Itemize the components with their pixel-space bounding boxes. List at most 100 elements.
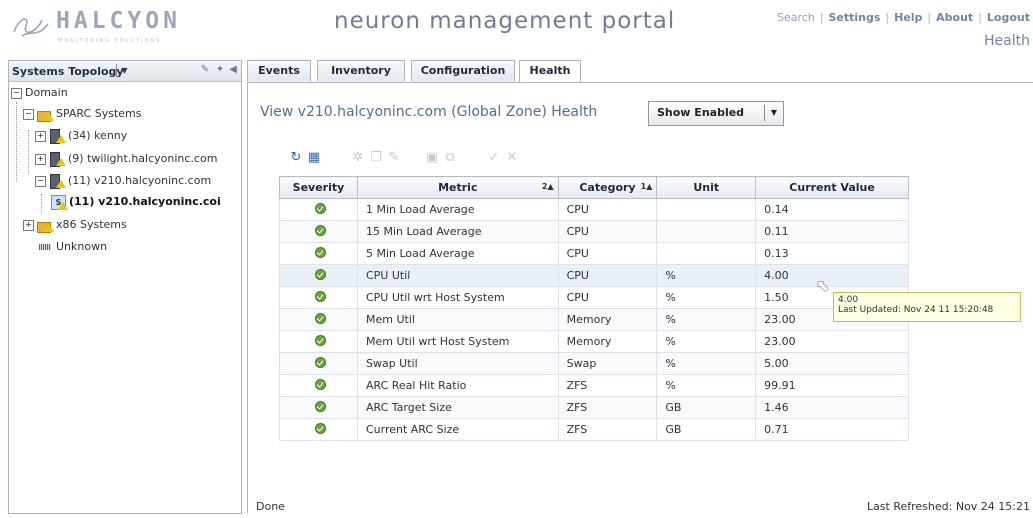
pin-icon[interactable]: ✦: [214, 64, 226, 76]
table-row[interactable]: Current ARC Size ZFS GB 0.71: [279, 418, 909, 441]
category-cell: ZFS: [557, 374, 658, 397]
add-icon[interactable]: ⧉: [441, 149, 459, 167]
unit-cell: %: [656, 308, 757, 331]
tree-node-unknown[interactable]: Unknown: [39, 239, 107, 255]
severity-cell: [279, 330, 358, 353]
table-row[interactable]: Mem Util Memory% 23.00: [279, 308, 909, 331]
metric-cell: CPU Util: [356, 264, 559, 287]
value-cell: 0.14: [755, 198, 909, 221]
value-cell: 99.91: [755, 374, 909, 397]
logo-swirl-icon: [13, 18, 49, 37]
tree-node-v210[interactable]: − (11) v210.halcyoninc.com: [35, 173, 211, 189]
collapse-icon[interactable]: −: [11, 87, 22, 99]
metric-cell: 15 Min Load Average: [356, 220, 559, 243]
value-cell: 0.13: [755, 242, 909, 265]
brand-name: HALCYON: [56, 8, 181, 34]
unit-cell: [656, 242, 757, 265]
export-icon[interactable]: ▦: [305, 149, 323, 167]
value-cell: 5.00: [755, 352, 909, 375]
tree-node-domain[interactable]: − Domain: [11, 85, 68, 101]
tree-node-kenny[interactable]: + (34) kenny: [35, 128, 127, 144]
tooltip-updated: Last Updated: Nov 24 11 15:20:48: [838, 305, 994, 315]
severity-cell: [279, 220, 358, 243]
status-ok-icon: [314, 312, 326, 324]
metric-cell: ARC Real Hit Ratio: [356, 374, 559, 397]
unit-cell: [656, 220, 757, 243]
copy-icon[interactable]: ❐: [367, 149, 385, 167]
category-cell: CPU: [557, 264, 658, 287]
col-severity[interactable]: Severity: [279, 176, 358, 199]
show-enabled-dropdown[interactable]: Show Enabled ▼: [648, 101, 784, 126]
tree-node-x86-systems[interactable]: + x86 Systems: [23, 217, 127, 233]
collapse-icon[interactable]: −: [35, 175, 46, 187]
logout-link[interactable]: Logout: [987, 11, 1030, 24]
collapse-icon[interactable]: −: [23, 108, 34, 120]
unknown-device-icon: [39, 244, 51, 250]
topology-dropdown-icon[interactable]: ▼: [116, 64, 132, 77]
unit-cell: %: [656, 374, 757, 397]
topology-title: Systems Topology: [12, 65, 124, 78]
table-row[interactable]: Mem Util wrt Host System Memory% 23.00: [279, 330, 909, 353]
category-cell: CPU: [557, 242, 658, 265]
table-row[interactable]: 1 Min Load Average CPU 0.14: [279, 198, 909, 221]
table-row[interactable]: ARC Target Size ZFS GB 1.46: [279, 396, 909, 419]
metric-cell: CPU Util wrt Host System: [356, 286, 559, 309]
tooltip-value: 4.00: [838, 295, 859, 305]
settings-link[interactable]: Settings: [828, 11, 880, 24]
col-unit[interactable]: Unit: [656, 176, 757, 199]
table-row[interactable]: 15 Min Load Average CPU 0.11: [279, 220, 909, 243]
mouse-cursor-icon: ⬉: [816, 276, 830, 295]
refresh-icon[interactable]: ↻: [287, 149, 305, 167]
severity-cell: [279, 308, 358, 331]
status-ok-icon: [314, 268, 326, 280]
enable-check-icon[interactable]: ✓: [485, 149, 503, 167]
collapse-panel-icon[interactable]: ◀: [227, 64, 239, 76]
tab-events[interactable]: Events: [247, 60, 311, 81]
table-row[interactable]: ARC Real Hit Ratio ZFS% 99.91: [279, 374, 909, 397]
folder-warning-icon: [37, 108, 54, 122]
eraser-icon[interactable]: ✎: [199, 64, 211, 76]
expand-icon[interactable]: +: [35, 153, 46, 165]
expand-icon[interactable]: +: [23, 219, 34, 231]
value-cell: 23.00: [755, 330, 909, 353]
table-row[interactable]: Swap Util Swap% 5.00: [279, 352, 909, 375]
status-ok-icon: [314, 378, 326, 390]
category-cell: Swap: [557, 352, 658, 375]
status-ok-icon: [314, 334, 326, 346]
tree-node-twilight[interactable]: + (9) twilight.halcyoninc.com: [35, 151, 217, 167]
document-icon[interactable]: ▣: [423, 149, 441, 167]
graph-icon[interactable]: ✲: [349, 149, 367, 167]
metric-cell: ARC Target Size: [356, 396, 559, 419]
search-link[interactable]: Search: [777, 11, 815, 24]
severity-cell: [279, 352, 358, 375]
section-title: Health: [984, 33, 1030, 49]
severity-cell: [279, 242, 358, 265]
category-cell: Memory: [557, 308, 658, 331]
tab-health[interactable]: Health: [519, 60, 581, 83]
table-row[interactable]: 5 Min Load Average CPU 0.13: [279, 242, 909, 265]
about-link[interactable]: About: [936, 11, 973, 24]
expand-icon[interactable]: +: [35, 130, 46, 142]
col-metric[interactable]: Metric 2▲: [356, 176, 559, 199]
tab-inventory[interactable]: Inventory: [317, 60, 405, 81]
unit-cell: [656, 198, 757, 221]
tree-node-v210-global-zone[interactable]: S (11) v210.halcyoninc.coi: [51, 194, 221, 210]
edit-icon[interactable]: ✎: [385, 149, 403, 167]
zone-warning-icon: S: [51, 194, 68, 210]
table-row[interactable]: CPU Util CPU% 4.00: [279, 264, 909, 287]
col-category[interactable]: Category 1▲: [557, 176, 658, 199]
halcyon-logo: HALCYON MONITORING SOLUTIONS: [12, 6, 197, 50]
disable-x-icon[interactable]: ✕: [503, 149, 521, 167]
col-current-value[interactable]: Current Value: [755, 176, 909, 199]
help-link[interactable]: Help: [894, 11, 922, 24]
brand-tagline: MONITORING SOLUTIONS: [58, 38, 162, 44]
tab-configuration[interactable]: Configuration: [411, 60, 515, 81]
table-row[interactable]: CPU Util wrt Host System CPU% 1.50: [279, 286, 909, 309]
metric-cell: Mem Util wrt Host System: [356, 330, 559, 353]
tree-node-sparc-systems[interactable]: − SPARC Systems: [23, 106, 141, 122]
value-cell: 0.11: [755, 220, 909, 243]
unit-cell: GB: [656, 396, 757, 419]
metric-cell: Current ARC Size: [356, 418, 559, 441]
severity-cell: [279, 286, 358, 309]
topology-header: Systems Topology ▼ ✎ ✦ ◀: [9, 61, 241, 82]
